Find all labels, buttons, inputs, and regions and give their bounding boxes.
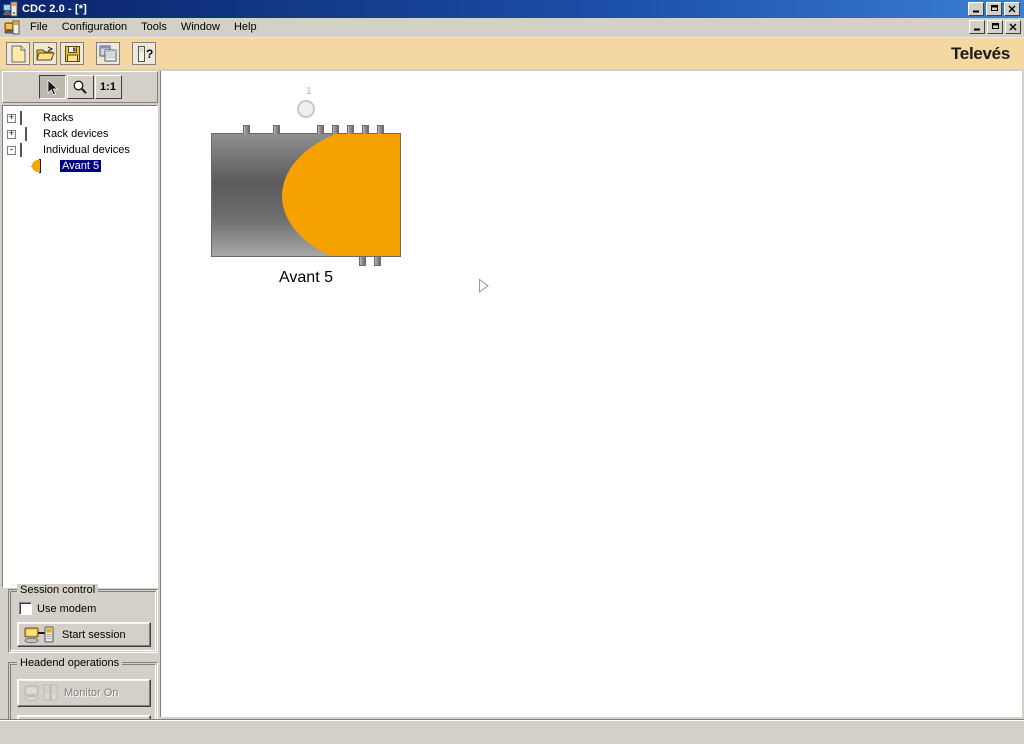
rack-device-icon xyxy=(20,126,37,141)
monitor-on-button[interactable]: Monitor On xyxy=(17,679,151,707)
zoom-tool[interactable] xyxy=(66,75,94,99)
device-connector-top xyxy=(243,125,250,134)
device-connector-top xyxy=(362,125,369,134)
arrow-pointer-cursor xyxy=(478,278,490,297)
status-bar xyxy=(0,719,1024,744)
session-control-title: Session control xyxy=(17,584,99,596)
tree-item-rack-devices[interactable]: + Rack devices xyxy=(5,126,157,142)
restore-button[interactable] xyxy=(986,2,1002,16)
headend-operations-title: Headend operations xyxy=(17,657,123,669)
close-button[interactable] xyxy=(1004,2,1020,16)
mdi-window-controls xyxy=(969,20,1024,34)
save-file-button[interactable] xyxy=(60,42,84,65)
tree-view-toolbar: 1:1 xyxy=(2,71,158,103)
device-connector-bottom xyxy=(374,257,381,266)
menu-bar: File Configuration Tools Window Help xyxy=(0,18,1024,37)
mdi-restore-button[interactable] xyxy=(987,20,1003,34)
expander-icon[interactable]: + xyxy=(7,113,16,123)
session-control-group: Session control Use modem Start session xyxy=(8,584,158,653)
menu-tools[interactable]: Tools xyxy=(134,19,174,35)
device-canvas[interactable]: 1 Avant 5 xyxy=(160,71,1022,717)
zoom-reset-tool[interactable]: 1:1 xyxy=(94,75,122,99)
window-title: CDC 2.0 - [*] xyxy=(22,3,87,15)
new-file-button[interactable] xyxy=(6,42,30,65)
use-modem-row[interactable]: Use modem xyxy=(19,602,96,615)
minimize-button[interactable] xyxy=(968,2,984,16)
mdi-minimize-button[interactable] xyxy=(969,20,985,34)
mdi-close-button[interactable] xyxy=(1005,20,1021,34)
window-controls xyxy=(968,2,1022,16)
device-connector-top xyxy=(377,125,384,134)
document-icon[interactable] xyxy=(4,19,20,35)
arrange-windows-button[interactable] xyxy=(96,42,120,65)
expander-icon[interactable]: - xyxy=(7,145,16,155)
pc-rack-icon xyxy=(24,683,60,703)
brand-logo: Televés xyxy=(950,43,1010,63)
use-modem-label: Use modem xyxy=(37,602,97,615)
application-window: CDC 2.0 - [*] File Configuration Tools W… xyxy=(0,0,1024,744)
tree-item-avant-5[interactable]: Avant 5 xyxy=(5,158,157,174)
menu-configuration[interactable]: Configuration xyxy=(55,19,134,35)
tree-item-racks[interactable]: + Racks xyxy=(5,110,157,126)
select-tool[interactable] xyxy=(38,75,66,99)
device-connector-top xyxy=(317,125,324,134)
menu-window[interactable]: Window xyxy=(174,19,227,35)
main-toolbar: ? Televés xyxy=(0,37,1024,69)
device-tree-panel[interactable]: + Racks + Rack devices - Individual devi… xyxy=(2,105,158,588)
tree-item-label: Rack devices xyxy=(43,128,109,140)
start-session-label: Start session xyxy=(62,628,126,641)
pc-to-device-icon xyxy=(24,625,58,645)
svg-text:?: ? xyxy=(146,47,153,61)
avant-device-icon xyxy=(39,158,56,173)
one-to-one-icon: 1:1 xyxy=(100,81,116,93)
device-orange-panel xyxy=(282,134,400,256)
device-connector-top xyxy=(332,125,339,134)
title-bar: CDC 2.0 - [*] xyxy=(0,0,1024,18)
racks-icon xyxy=(20,110,37,125)
start-session-button[interactable]: Start session xyxy=(17,622,151,647)
device-node-number: 1 xyxy=(306,86,312,97)
device-connector-top xyxy=(273,125,280,134)
device-tree: + Racks + Rack devices - Individual devi… xyxy=(3,106,157,174)
avant-5-device-graphic[interactable] xyxy=(211,133,401,257)
use-modem-checkbox[interactable] xyxy=(19,602,32,615)
app-icon xyxy=(2,1,18,17)
open-file-button[interactable] xyxy=(33,42,57,65)
tree-item-individual-devices[interactable]: - Individual devices xyxy=(5,142,157,158)
menu-file[interactable]: File xyxy=(23,19,55,35)
tree-item-label: Individual devices xyxy=(43,144,130,156)
tree-item-label: Avant 5 xyxy=(60,160,102,172)
left-sidebar: 1:1 + Racks + Rack devices - Individual … xyxy=(2,71,158,744)
individual-device-icon xyxy=(20,142,37,157)
device-connector-top xyxy=(347,125,354,134)
device-caption: Avant 5 xyxy=(279,269,333,286)
monitor-on-label: Monitor On xyxy=(64,687,119,699)
expander-icon[interactable]: + xyxy=(7,129,16,139)
device-connector-bottom xyxy=(359,257,366,266)
device-connection-node[interactable] xyxy=(297,100,315,118)
help-button[interactable]: ? xyxy=(132,42,156,65)
menu-help[interactable]: Help xyxy=(227,19,264,35)
tree-item-label: Racks xyxy=(43,112,74,124)
